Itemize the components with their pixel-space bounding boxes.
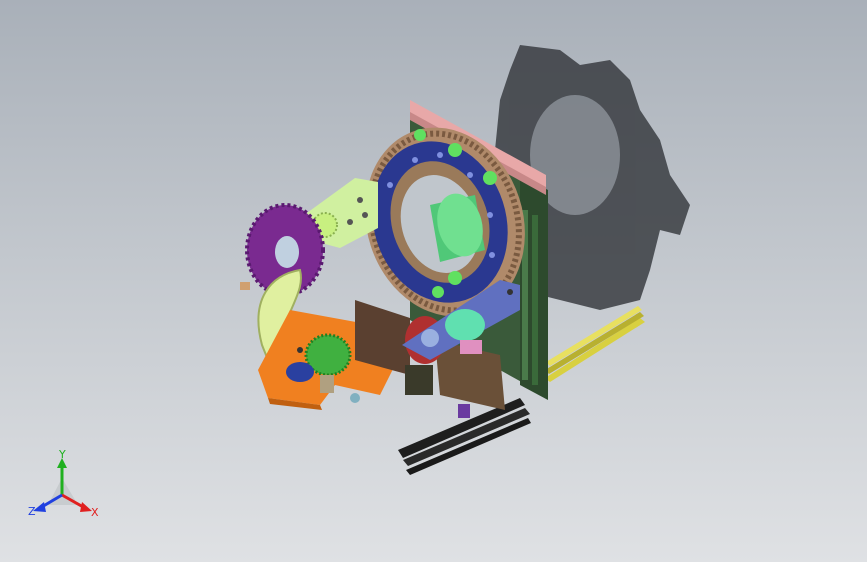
triad-y-label: Y [58, 448, 66, 461]
triad-z-label: Z [28, 505, 36, 518]
motor-icon [445, 309, 485, 341]
bottom-rails [398, 398, 531, 475]
triad-x-label: X [91, 506, 99, 519]
cad-viewport[interactable]: Y X Z [0, 0, 867, 562]
yellow-rails [545, 306, 645, 382]
coordinate-triad: Y X Z [28, 448, 99, 519]
